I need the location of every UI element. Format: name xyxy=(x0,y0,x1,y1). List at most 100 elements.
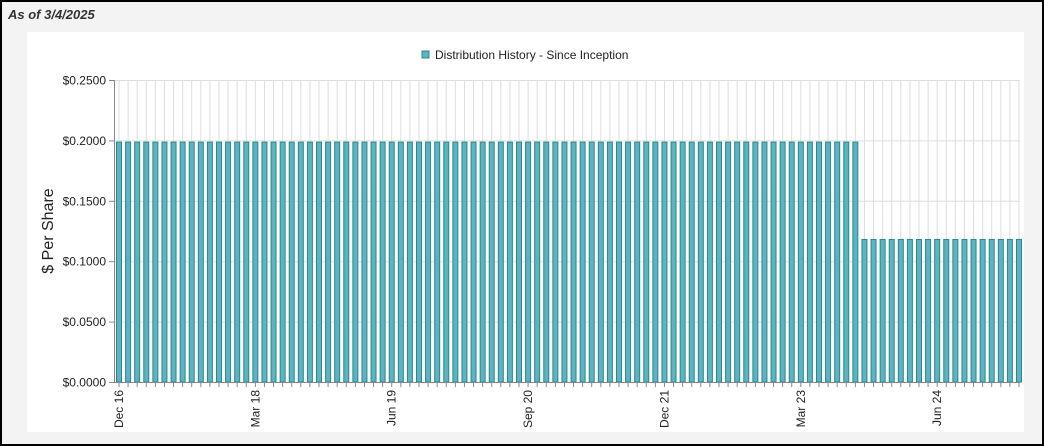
bar xyxy=(497,141,504,383)
bar xyxy=(952,238,959,383)
y-tick-label: $0.2500 xyxy=(63,74,107,88)
bar xyxy=(461,141,468,383)
chart-panel: $0.0000 $0.0500 $0.1000 $0.1500 $0.2000 $0.25… xyxy=(27,32,1024,432)
bar xyxy=(506,141,513,383)
bar xyxy=(743,141,750,383)
bar xyxy=(788,141,795,383)
bar xyxy=(852,141,859,383)
y-axis-label: $ Per Share xyxy=(40,188,57,273)
bar xyxy=(961,238,968,383)
bar xyxy=(861,238,868,383)
bar xyxy=(161,141,168,383)
x-tick-label: Mar 18 xyxy=(248,390,262,428)
bar xyxy=(725,141,732,383)
bar xyxy=(170,141,177,383)
legend-label: Distribution History - Since Inception xyxy=(435,48,628,62)
bar xyxy=(979,238,986,383)
bar xyxy=(588,141,595,383)
bar xyxy=(134,141,141,383)
bar xyxy=(897,238,904,383)
bar xyxy=(325,141,332,383)
bar xyxy=(579,141,586,383)
bar xyxy=(306,141,313,383)
bar xyxy=(425,141,432,383)
bar xyxy=(1016,238,1022,383)
bar xyxy=(406,141,413,383)
x-tick-label: Dec 16 xyxy=(112,390,126,428)
y-tick-label: $0.0500 xyxy=(63,315,107,329)
bar xyxy=(270,141,277,383)
bar xyxy=(716,141,722,383)
bar xyxy=(397,141,404,383)
bar xyxy=(297,141,304,383)
bar xyxy=(470,141,477,383)
bar xyxy=(606,141,613,383)
bar xyxy=(561,141,568,383)
bar xyxy=(634,141,641,383)
distribution-chart: $0.0000 $0.0500 $0.1000 $0.1500 $0.2000 $0.25… xyxy=(40,48,1022,428)
x-tick-label: Sep 20 xyxy=(521,390,535,428)
y-tick-label: $0.1500 xyxy=(63,194,107,208)
bar xyxy=(534,141,541,383)
bar xyxy=(843,141,850,383)
bar xyxy=(234,141,241,383)
bar xyxy=(825,141,832,383)
bar xyxy=(970,238,977,383)
bar xyxy=(143,141,150,383)
bar xyxy=(243,141,250,383)
bar xyxy=(834,141,841,383)
bar xyxy=(352,141,359,383)
bar xyxy=(706,141,713,383)
bar xyxy=(734,141,741,383)
bar xyxy=(116,141,122,383)
bar xyxy=(543,141,550,383)
bar xyxy=(943,238,950,383)
bar xyxy=(906,238,913,383)
bar xyxy=(761,141,768,383)
bar xyxy=(770,141,777,383)
bar xyxy=(916,238,922,383)
bar xyxy=(443,141,450,383)
x-tick-label: Mar 23 xyxy=(794,390,808,428)
bar xyxy=(525,141,532,383)
bar xyxy=(806,141,813,383)
bar xyxy=(261,141,268,383)
bar xyxy=(934,238,941,383)
bar xyxy=(225,141,232,383)
bar xyxy=(997,238,1004,383)
bar xyxy=(625,141,632,383)
bar xyxy=(643,141,650,383)
bar xyxy=(888,238,895,383)
bar xyxy=(925,238,932,383)
bar xyxy=(479,141,486,383)
bar xyxy=(516,141,522,383)
bar xyxy=(343,141,350,383)
bar xyxy=(688,141,695,383)
x-tick-label: Jun 19 xyxy=(385,390,399,426)
bar xyxy=(797,141,804,383)
bar xyxy=(179,141,186,383)
y-tick-label: $0.0000 xyxy=(63,376,107,390)
bar xyxy=(279,141,286,383)
x-tick-label: Jun 24 xyxy=(930,390,944,426)
bar xyxy=(488,141,495,383)
bar xyxy=(1006,238,1013,383)
y-tick-label: $0.2000 xyxy=(63,134,107,148)
bar xyxy=(252,141,259,383)
bar xyxy=(661,141,668,383)
bar xyxy=(616,141,622,383)
bar xyxy=(125,141,132,383)
bar xyxy=(216,141,222,383)
bar xyxy=(779,141,786,383)
legend-swatch xyxy=(421,50,430,59)
chart-frame: As of 3/4/2025 $0.0000 $0.0500 $0.1000 $0.1… xyxy=(0,0,1044,446)
bar xyxy=(597,141,604,383)
bar xyxy=(670,141,677,383)
bar xyxy=(206,141,213,383)
bar xyxy=(188,141,195,383)
bar xyxy=(334,141,341,383)
bar xyxy=(197,141,204,383)
bar xyxy=(879,238,886,383)
bar xyxy=(388,141,395,383)
bar xyxy=(452,141,459,383)
